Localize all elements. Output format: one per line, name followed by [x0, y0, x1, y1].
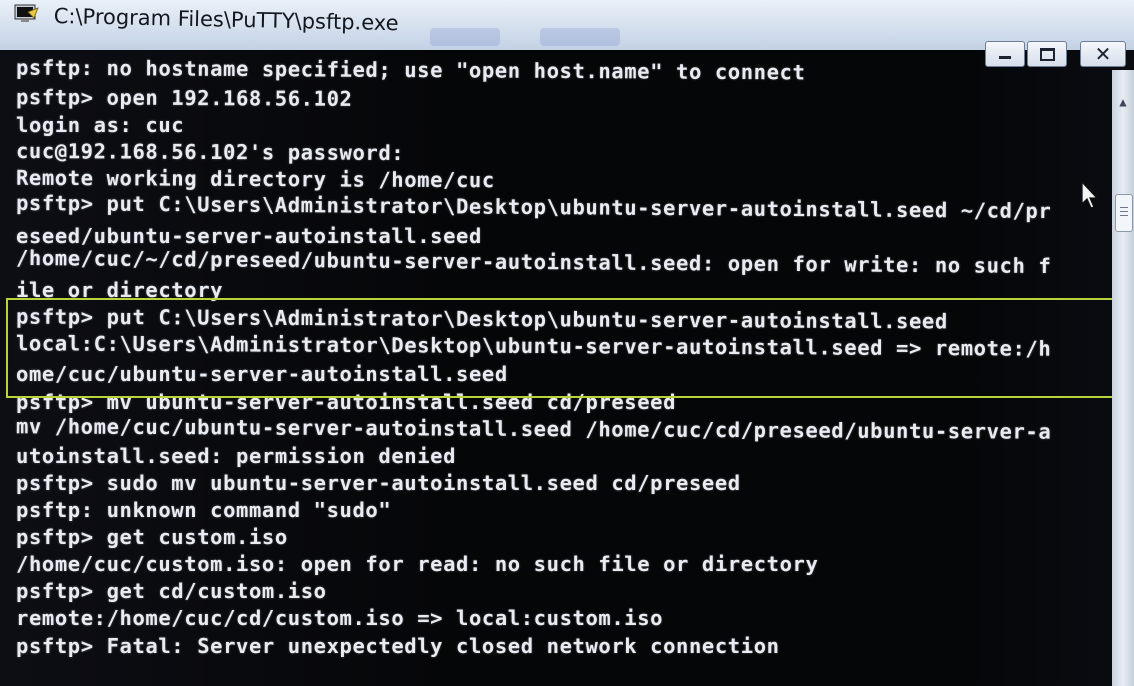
grip-line: [1120, 211, 1128, 212]
terminal-line: cuc@192.168.56.102's password:: [15, 138, 405, 166]
grip-line: [1120, 207, 1128, 208]
terminal-line: psftp: no hostname specified; use "open …: [15, 55, 806, 85]
scroll-thumb[interactable]: [1115, 194, 1133, 232]
terminal-line: psftp> Fatal: Server unexpectedly closed…: [16, 634, 780, 658]
scroll-up-arrow-icon[interactable]: ▲: [1112, 92, 1134, 112]
terminal-line: mv /home/cuc/ubuntu-server-autoinstall.s…: [15, 414, 1052, 444]
grip-line: [1120, 215, 1128, 216]
highlight-annotation: [6, 298, 1116, 398]
terminal-line: login as: cuc: [16, 113, 185, 137]
terminal-line: psftp> get cd/custom.iso: [16, 579, 327, 603]
mouse-pointer-icon: [1081, 180, 1099, 209]
terminal-line: utoinstall.seed: permission denied: [16, 444, 457, 468]
title-bar[interactable]: C:\Program Files\PuTTY\psftp.exe ✕: [0, 0, 1134, 67]
vertical-scrollbar[interactable]: ▲: [1112, 70, 1134, 686]
putty-terminal-icon: [14, 4, 39, 22]
terminal-line: eseed/ubuntu-server-autoinstall.seed: [16, 224, 482, 248]
terminal-line: /home/cuc/~/cd/preseed/ubuntu-server-aut…: [15, 245, 1052, 279]
terminal-line: psftp> put C:\Users\Administrator\Deskto…: [15, 190, 1052, 224]
terminal-line: psftp> open 192.168.56.102: [15, 85, 353, 111]
psftp-window: C:\Program Files\PuTTY\psftp.exe ✕ psftp…: [0, 0, 1134, 686]
terminal-line: remote:/home/cuc/cd/custom.iso => local:…: [16, 606, 664, 630]
terminal-line: psftp: unknown command "sudo": [16, 498, 392, 522]
terminal-line: psftp> sudo mv ubuntu-server-autoinstall…: [16, 471, 741, 495]
terminal-line: psftp> get custom.iso: [16, 525, 288, 549]
window-title: C:\Program Files\PuTTY\psftp.exe: [53, 4, 399, 36]
terminal-line: /home/cuc/custom.iso: open for read: no …: [16, 552, 819, 576]
blurred-taskbar-text: [430, 28, 500, 46]
blurred-taskbar-text: [540, 28, 620, 46]
terminal-line: Remote working directory is /home/cuc: [15, 165, 495, 193]
